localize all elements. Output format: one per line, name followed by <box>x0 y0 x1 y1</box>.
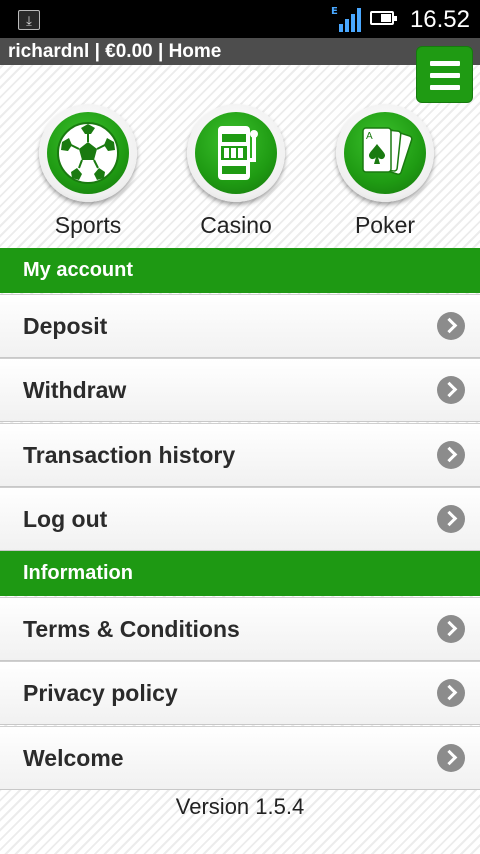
network-type: E <box>331 6 338 17</box>
battery-icon <box>370 11 397 25</box>
signal-icon: E <box>331 6 361 32</box>
chevron-right-icon <box>437 312 465 340</box>
slot-machine-icon <box>218 126 258 180</box>
chevron-right-icon <box>437 441 465 469</box>
menu-item-log-out[interactable]: Log out <box>0 487 480 551</box>
version-text: Version 1.5.4 <box>175 794 305 819</box>
category-label: Casino <box>200 212 272 238</box>
menu-button[interactable] <box>416 46 473 103</box>
svg-text:A: A <box>366 131 373 142</box>
chevron-right-icon <box>437 376 465 404</box>
soccer-ball-icon <box>57 122 119 184</box>
chevron-right-icon <box>437 505 465 533</box>
menu-item-label: Withdraw <box>23 377 127 403</box>
category-label: Poker <box>354 212 416 238</box>
menu-item-deposit[interactable]: Deposit <box>0 294 480 358</box>
menu-item-privacy-policy[interactable]: Privacy policy <box>0 661 480 725</box>
menu-item-label: Terms & Conditions <box>23 616 240 642</box>
menu-item-label: Transaction history <box>23 442 236 468</box>
menu-item-label: Welcome <box>23 745 124 771</box>
menu-item-label: Privacy policy <box>23 680 178 706</box>
category-casino[interactable]: Casino <box>181 104 291 239</box>
menu-item-terms-conditions[interactable]: Terms & Conditions <box>0 597 480 661</box>
chevron-right-icon <box>437 615 465 643</box>
account-breadcrumb: richardnl | €0.00 | Home <box>0 38 480 65</box>
playing-cards-icon: A <box>362 127 413 176</box>
section-header-my-account: My account <box>0 248 480 293</box>
category-label: Sports <box>54 212 122 238</box>
chevron-right-icon <box>437 679 465 707</box>
category-poker[interactable]: A Poker <box>330 104 440 239</box>
chevron-right-icon <box>437 744 465 772</box>
category-sports[interactable]: Sports <box>33 104 143 239</box>
menu-item-transaction-history[interactable]: Transaction history <box>0 423 480 487</box>
menu-item-welcome[interactable]: Welcome <box>0 726 480 790</box>
status-time: 16.52 <box>409 6 470 33</box>
menu-item-label: Deposit <box>23 313 108 339</box>
hamburger-menu-icon <box>430 61 460 66</box>
menu-item-label: Log out <box>23 506 108 532</box>
section-header-information: Information <box>0 551 480 596</box>
download-icon: ⤓ <box>18 10 40 30</box>
menu-item-withdraw[interactable]: Withdraw <box>0 358 480 422</box>
status-bar: ⤓ E 16.52 <box>0 0 480 38</box>
